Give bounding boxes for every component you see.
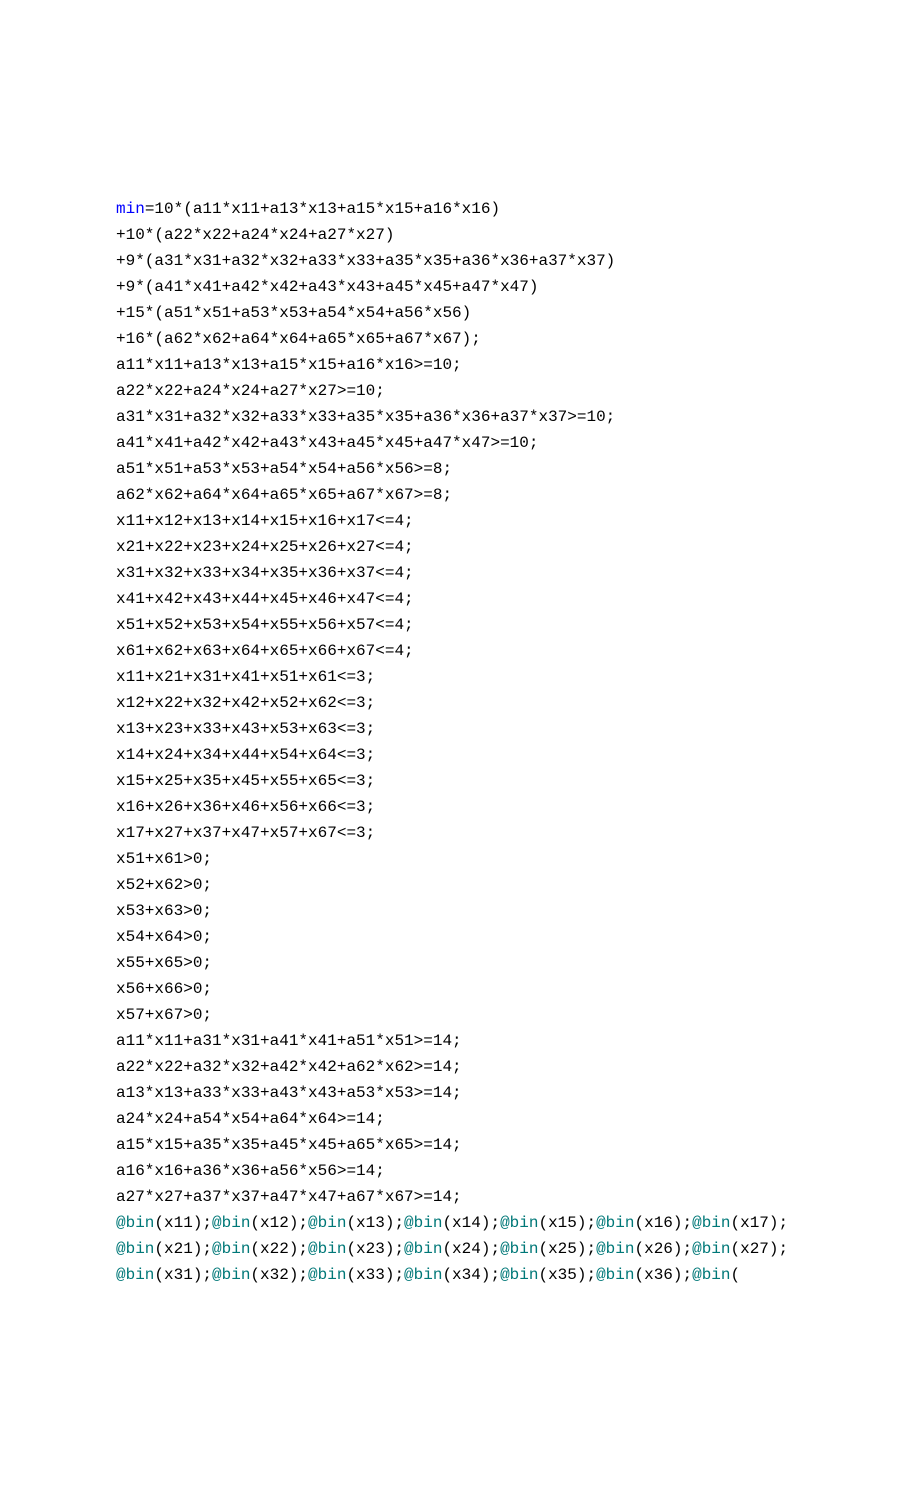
code-text: a11*x11+a13*x13+a15*x15+a16*x16>=10; [116,356,462,374]
code-text: x15+x25+x35+x45+x55+x65<=3; [116,772,375,790]
function-name: @bin [692,1266,730,1284]
code-text: (x14); [442,1214,500,1232]
keyword: min [116,200,145,218]
code-text: (x24); [442,1240,500,1258]
code-text: x55+x65>0; [116,954,212,972]
code-text: x51+x52+x53+x54+x55+x56+x57<=4; [116,616,414,634]
function-name: @bin [404,1266,442,1284]
function-name: @bin [308,1266,346,1284]
code-text: (x27); [731,1240,789,1258]
function-name: @bin [596,1214,634,1232]
code-text: (x33); [346,1266,404,1284]
code-text: (x17); [731,1214,789,1232]
function-name: @bin [500,1240,538,1258]
function-name: @bin [116,1240,154,1258]
code-text: x21+x22+x23+x24+x25+x26+x27<=4; [116,538,414,556]
code-text: a62*x62+a64*x64+a65*x65+a67*x67>=8; [116,486,452,504]
code-text: +10*(a22*x22+a24*x24+a27*x27) [116,226,394,244]
code-text: (x11); [154,1214,212,1232]
code-text: a15*x15+a35*x35+a45*x45+a65*x65>=14; [116,1136,462,1154]
code-text: x16+x26+x36+x46+x56+x66<=3; [116,798,375,816]
code-text: x57+x67>0; [116,1006,212,1024]
code-text: (x16); [634,1214,692,1232]
function-name: @bin [212,1266,250,1284]
function-name: @bin [404,1240,442,1258]
code-text: +16*(a62*x62+a64*x64+a65*x65+a67*x67); [116,330,481,348]
function-name: @bin [596,1266,634,1284]
function-name: @bin [404,1214,442,1232]
code-text: x13+x23+x33+x43+x53+x63<=3; [116,720,375,738]
code-text: x53+x63>0; [116,902,212,920]
code-text: (x12); [250,1214,308,1232]
code-text: (x21); [154,1240,212,1258]
function-name: @bin [692,1214,730,1232]
code-text: (x26); [634,1240,692,1258]
code-text: (x15); [538,1214,596,1232]
code-text: (x31); [154,1266,212,1284]
function-name: @bin [500,1214,538,1232]
code-text: x14+x24+x34+x44+x54+x64<=3; [116,746,375,764]
function-name: @bin [212,1240,250,1258]
code-text: a22*x22+a24*x24+a27*x27>=10; [116,382,385,400]
code-text: a24*x24+a54*x54+a64*x64>=14; [116,1110,385,1128]
code-text: ( [731,1266,741,1284]
code-text: (x23); [346,1240,404,1258]
code-text: x11+x12+x13+x14+x15+x16+x17<=4; [116,512,414,530]
code-text: x31+x32+x33+x34+x35+x36+x37<=4; [116,564,414,582]
code-text: (x13); [346,1214,404,1232]
function-name: @bin [308,1214,346,1232]
function-name: @bin [308,1240,346,1258]
code-text: a16*x16+a36*x36+a56*x56>=14; [116,1162,385,1180]
code-text: x54+x64>0; [116,928,212,946]
code-text: x17+x27+x37+x47+x57+x67<=3; [116,824,375,842]
code-text: =10*(a11*x11+a13*x13+a15*x15+a16*x16) [145,200,500,218]
function-name: @bin [116,1214,154,1232]
code-text: x41+x42+x43+x44+x45+x46+x47<=4; [116,590,414,608]
code-text: +9*(a41*x41+a42*x42+a43*x43+a45*x45+a47*… [116,278,538,296]
code-text: x56+x66>0; [116,980,212,998]
code-text: a41*x41+a42*x42+a43*x43+a45*x45+a47*x47>… [116,434,538,452]
code-text: a31*x31+a32*x32+a33*x33+a35*x35+a36*x36+… [116,408,615,426]
code-text: a11*x11+a31*x31+a41*x41+a51*x51>=14; [116,1032,462,1050]
code-text: a13*x13+a33*x33+a43*x43+a53*x53>=14; [116,1084,462,1102]
code-text: x52+x62>0; [116,876,212,894]
function-name: @bin [596,1240,634,1258]
function-name: @bin [692,1240,730,1258]
code-text: (x25); [538,1240,596,1258]
function-name: @bin [212,1214,250,1232]
code-text: x61+x62+x63+x64+x65+x66+x67<=4; [116,642,414,660]
code-text: (x32); [250,1266,308,1284]
code-text: x11+x21+x31+x41+x51+x61<=3; [116,668,375,686]
code-text: +15*(a51*x51+a53*x53+a54*x54+a56*x56) [116,304,471,322]
function-name: @bin [116,1266,154,1284]
code-text: x51+x61>0; [116,850,212,868]
code-listing: min=10*(a11*x11+a13*x13+a15*x15+a16*x16)… [116,196,804,1288]
code-text: +9*(a31*x31+a32*x32+a33*x33+a35*x35+a36*… [116,252,615,270]
code-text: (x34); [442,1266,500,1284]
code-text: (x35); [538,1266,596,1284]
code-text: x12+x22+x32+x42+x52+x62<=3; [116,694,375,712]
code-text: a27*x27+a37*x37+a47*x47+a67*x67>=14; [116,1188,462,1206]
code-text: (x36); [634,1266,692,1284]
code-text: a51*x51+a53*x53+a54*x54+a56*x56>=8; [116,460,452,478]
code-text: a22*x22+a32*x32+a42*x42+a62*x62>=14; [116,1058,462,1076]
code-text: (x22); [250,1240,308,1258]
function-name: @bin [500,1266,538,1284]
